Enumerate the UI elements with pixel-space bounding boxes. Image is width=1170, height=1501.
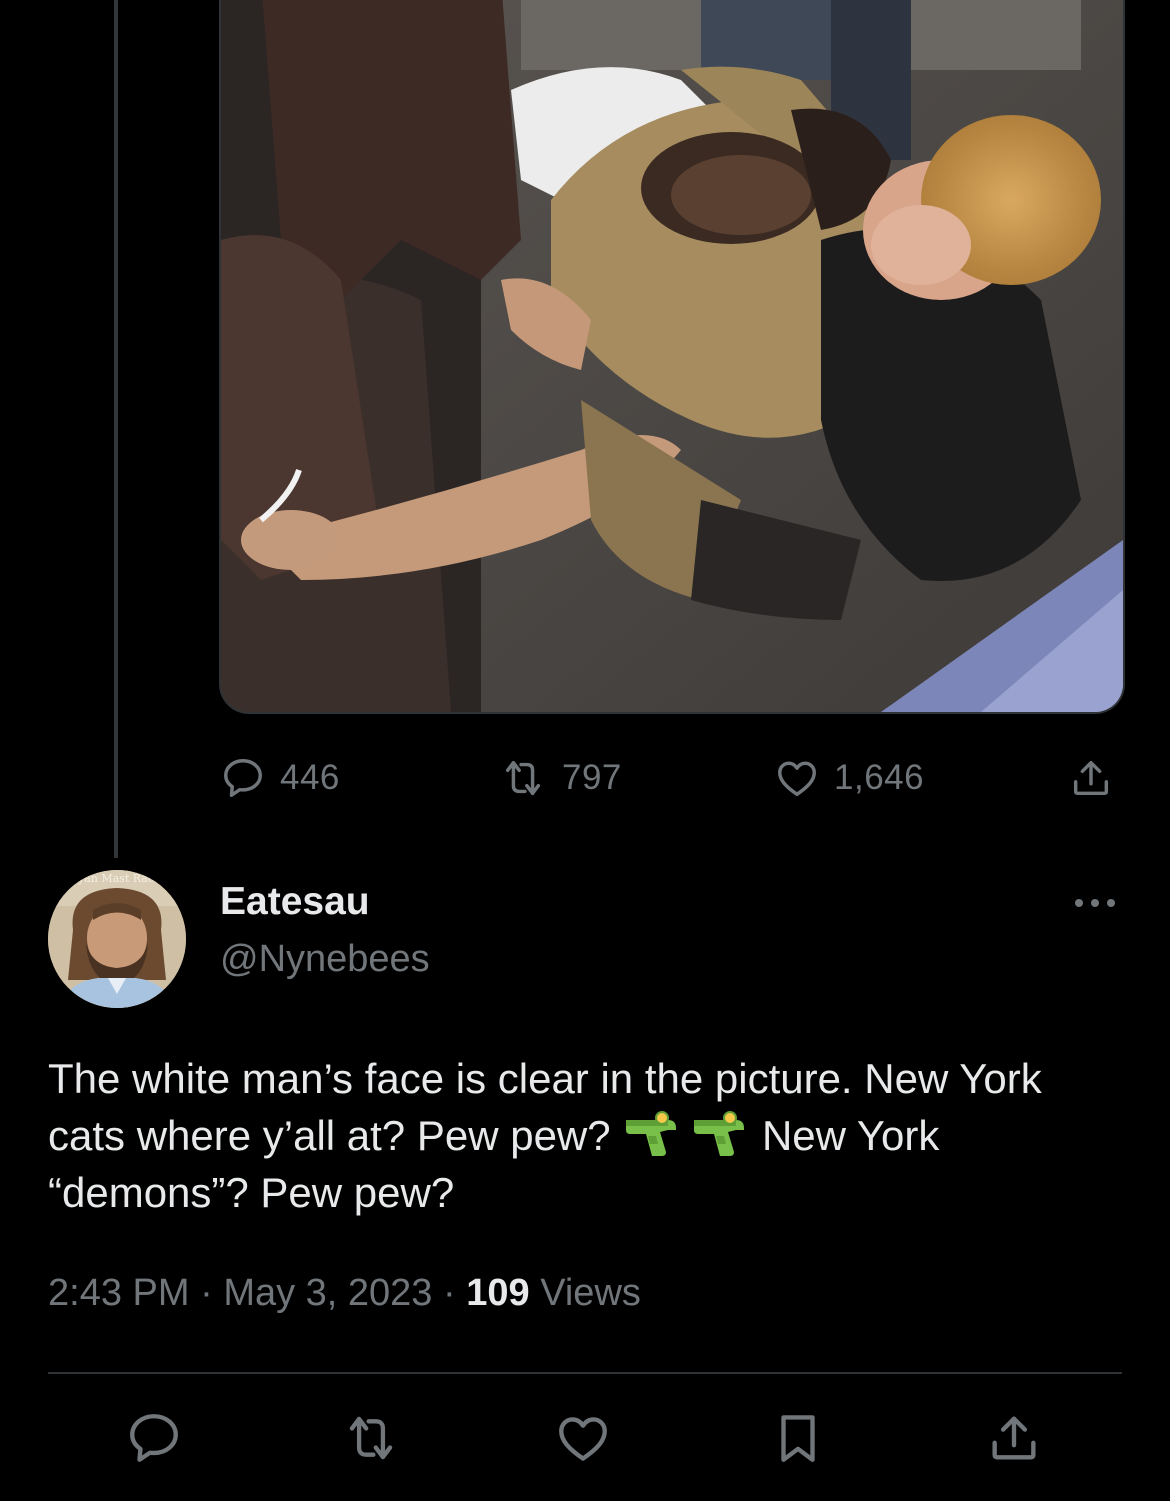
tweet-media-photo[interactable] bbox=[219, 0, 1125, 714]
reply-button[interactable] bbox=[124, 1408, 184, 1468]
bookmark-icon bbox=[769, 1409, 827, 1467]
heart-icon bbox=[774, 755, 820, 801]
like-action[interactable]: 1,646 bbox=[774, 748, 924, 808]
tweet-date[interactable]: May 3, 2023 bbox=[223, 1272, 432, 1314]
share-icon bbox=[1068, 755, 1114, 801]
like-count: 1,646 bbox=[834, 758, 925, 797]
thread-connector-line bbox=[114, 0, 118, 858]
retweet-count: 797 bbox=[562, 758, 622, 797]
like-button[interactable] bbox=[553, 1408, 613, 1468]
avatar-caption: yan Mast Race bbox=[78, 872, 161, 885]
tweet-time[interactable]: 2:43 PM bbox=[48, 1272, 190, 1314]
retweet-icon bbox=[340, 1409, 402, 1467]
share-button[interactable] bbox=[984, 1408, 1044, 1468]
water-pistol-icon bbox=[690, 1110, 750, 1158]
share-icon bbox=[985, 1409, 1043, 1467]
reply-action[interactable]: 446 bbox=[220, 748, 340, 808]
speech-bubble-icon bbox=[125, 1409, 183, 1467]
views-count[interactable]: 109 bbox=[466, 1272, 529, 1314]
display-name[interactable]: Eatesau bbox=[220, 880, 370, 924]
retweet-button[interactable] bbox=[341, 1408, 401, 1468]
views-label[interactable]: Views bbox=[540, 1272, 641, 1314]
share-action[interactable] bbox=[1068, 748, 1114, 808]
speech-bubble-icon bbox=[220, 755, 266, 801]
meta-separator: · bbox=[443, 1272, 456, 1314]
heart-icon bbox=[554, 1409, 612, 1467]
retweet-icon bbox=[498, 755, 548, 801]
avatar-image bbox=[48, 870, 186, 1008]
more-dots-icon bbox=[1073, 896, 1117, 914]
bookmark-button[interactable] bbox=[768, 1408, 828, 1468]
tweet-text: The white man’s face is clear in the pic… bbox=[48, 1050, 1128, 1221]
photo-illustration bbox=[221, 0, 1123, 712]
more-options-button[interactable] bbox=[1070, 885, 1120, 925]
retweet-action[interactable]: 797 bbox=[498, 748, 622, 808]
water-pistol-icon bbox=[622, 1110, 682, 1158]
divider bbox=[48, 1372, 1122, 1374]
meta-separator: · bbox=[200, 1272, 213, 1314]
tweet-meta: 2:43 PM · May 3, 2023 · 109 Views bbox=[48, 1272, 641, 1315]
avatar[interactable]: yan Mast Race bbox=[48, 870, 186, 1008]
reply-count: 446 bbox=[280, 758, 340, 797]
user-handle[interactable]: @Nynebees bbox=[220, 938, 430, 981]
